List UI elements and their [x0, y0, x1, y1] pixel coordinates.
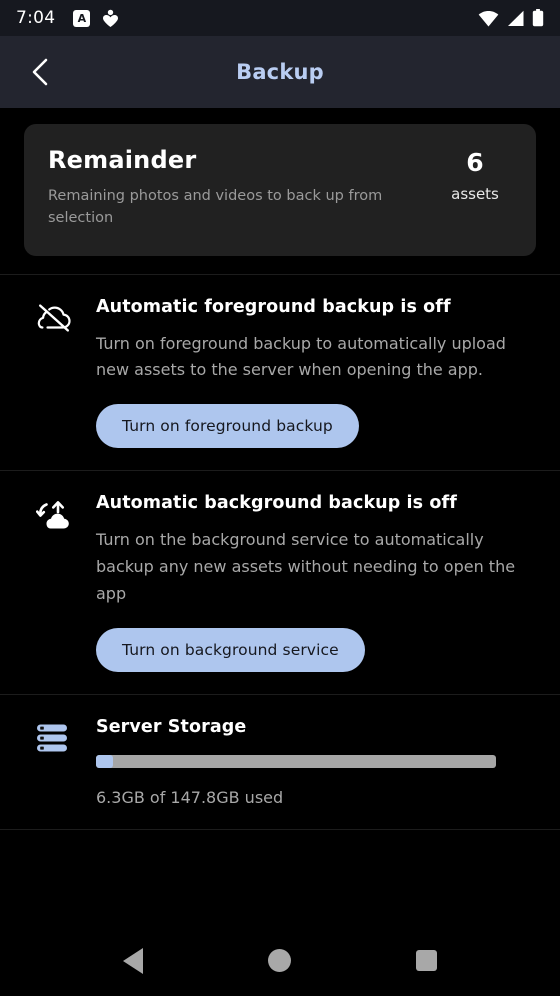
square-recents-icon	[416, 950, 438, 971]
remainder-count-block: 6 assets	[438, 146, 512, 203]
turn-on-foreground-backup-button[interactable]: Turn on foreground backup	[96, 404, 359, 449]
foreground-backup-icon-wrap	[24, 297, 96, 333]
remainder-subtitle: Remaining photos and videos to back up f…	[48, 188, 383, 226]
nav-recents-button[interactable]	[399, 933, 455, 989]
app-bar: Backup	[0, 36, 560, 108]
triangle-back-icon	[123, 947, 144, 974]
accessibility-badge-icon: A	[73, 9, 91, 27]
battery-icon	[532, 9, 544, 27]
background-backup-description: Turn on the background service to automa…	[96, 530, 516, 603]
page-title: Backup	[236, 60, 324, 84]
foreground-backup-title: Automatic foreground backup is off	[96, 296, 451, 317]
storage-progress-bar	[96, 754, 496, 768]
system-navigation-bar	[0, 925, 560, 996]
nav-back-button[interactable]	[105, 933, 161, 989]
storage-usage-text: 6.3GB of 147.8GB used	[96, 787, 284, 807]
server-storage-title: Server Storage	[96, 716, 247, 737]
cloud-off-icon	[37, 303, 71, 332]
remainder-card-text: Remainder Remaining photos and videos to…	[48, 146, 438, 230]
storage-progress-fill	[96, 754, 114, 768]
foreground-backup-description: Turn on foreground backup to automatical…	[96, 333, 506, 380]
server-storage-section: Server Storage 6.3GB of 147.8GB used	[0, 695, 560, 830]
status-bar-right-icons	[478, 9, 544, 27]
cellular-signal-icon	[508, 10, 524, 26]
circle-home-icon	[268, 949, 292, 972]
wifi-icon	[478, 10, 499, 26]
status-bar: 7:04 A	[0, 0, 560, 36]
heart-person-icon	[103, 9, 119, 27]
turn-on-background-service-button[interactable]: Turn on background service	[96, 627, 365, 672]
chevron-left-icon	[32, 58, 48, 86]
server-storage-body: Server Storage 6.3GB of 147.8GB used	[96, 717, 536, 807]
nav-home-button[interactable]	[252, 933, 308, 989]
foreground-backup-body: Automatic foreground backup is off Turn …	[96, 297, 536, 449]
server-storage-icon	[37, 724, 67, 752]
background-backup-icon-wrap	[24, 493, 96, 531]
remainder-title: Remainder	[48, 146, 197, 174]
server-storage-icon-wrap	[24, 717, 96, 753]
cloud-sync-icon	[36, 501, 69, 529]
remainder-count-label: assets	[451, 185, 499, 203]
background-backup-body: Automatic background backup is off Turn …	[96, 493, 536, 672]
status-bar-clock: 7:04	[16, 8, 56, 28]
background-backup-title: Automatic background backup is off	[96, 493, 457, 514]
app-screen: 7:04 A Backup Remainder Remaining photos…	[0, 0, 560, 996]
remainder-count: 6	[466, 148, 484, 177]
main-content: Remainder Remaining photos and videos to…	[0, 108, 560, 925]
status-bar-left-icons: A	[73, 9, 119, 28]
back-button[interactable]	[12, 44, 68, 100]
foreground-backup-section: Automatic foreground backup is off Turn …	[0, 273, 560, 472]
background-backup-section: Automatic background backup is off Turn …	[0, 471, 560, 695]
remainder-card: Remainder Remaining photos and videos to…	[24, 124, 536, 256]
